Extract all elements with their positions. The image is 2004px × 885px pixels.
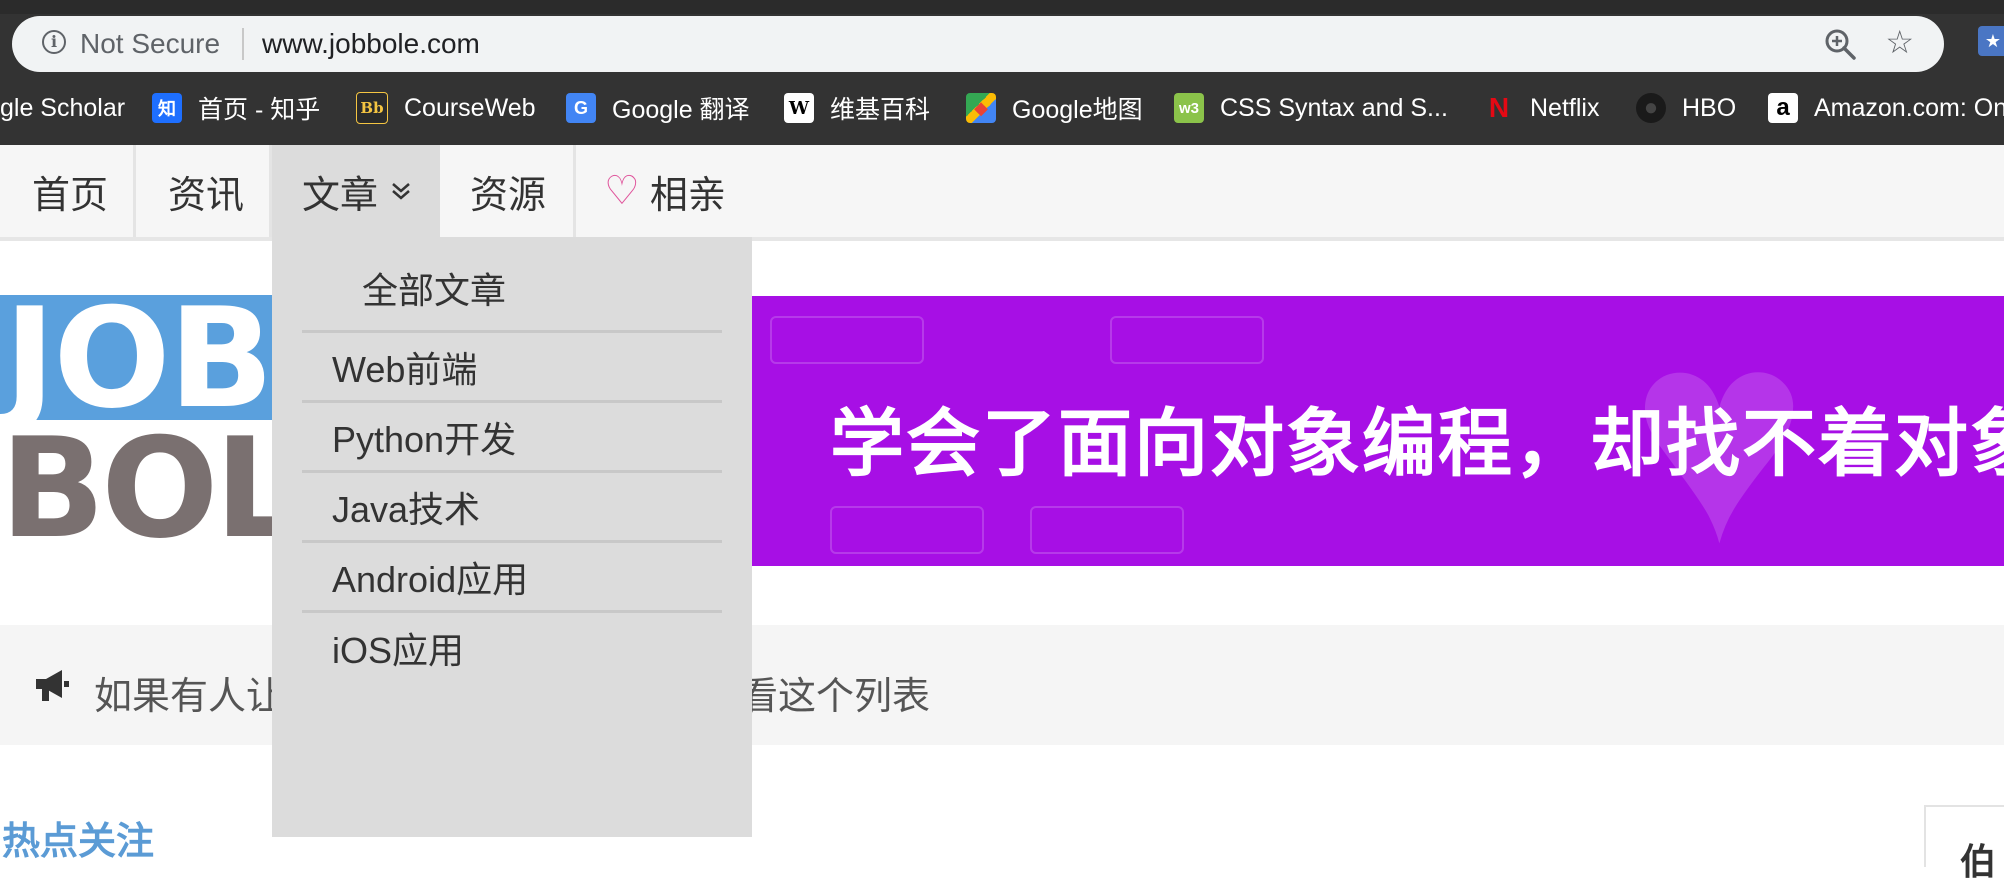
bookmark-label: 维基百科 [830, 96, 931, 124]
hbo-icon: ● [1636, 93, 1666, 123]
wikipedia-icon: W [784, 93, 814, 123]
bookmark-label: CourseWeb [404, 93, 536, 122]
zoom-icon[interactable] [1822, 26, 1858, 62]
dropdown-item-web-frontend[interactable]: Web前端 [302, 333, 722, 403]
address-separator [242, 28, 244, 60]
bookmark-label: gle Scholar [0, 93, 126, 122]
bookmark-courseweb[interactable]: Bb CourseWeb [356, 86, 536, 130]
bookmark-label: 首页 - 知乎 [198, 96, 321, 124]
tab-strip [0, 0, 2004, 14]
bookmark-label: CSS Syntax and S... [1220, 93, 1448, 122]
dropdown-label: Java技术 [332, 488, 481, 530]
dropdown-label: iOS应用 [332, 630, 465, 671]
heart-icon: ♡ [604, 169, 640, 213]
bookmark-google-scholar[interactable]: gle Scholar [0, 86, 125, 130]
netflix-icon: N [1488, 92, 1510, 123]
bookmark-star-icon[interactable]: ☆ [1885, 24, 1914, 60]
nav-label: 文章 [302, 174, 379, 217]
nav-label: 资讯 [168, 174, 245, 217]
bookmark-label: Google地图 [1012, 96, 1143, 124]
site-logo[interactable]: JOB BOLE [0, 295, 290, 555]
banner-text: 学会了面向对象编程，却找不着对象 [830, 402, 2004, 485]
bookmark-zhihu[interactable]: 知 首页 - 知乎 [152, 86, 320, 130]
hot-topics-heading: 热点关注 [2, 821, 155, 863]
dropdown-item-ios[interactable]: iOS应用 [302, 613, 722, 683]
dropdown-label: 全部文章 [362, 269, 507, 311]
double-chevron-down-icon [392, 183, 410, 200]
banner-decoration [1110, 316, 1264, 364]
url-text[interactable]: www.jobbole.com [262, 28, 480, 60]
zhihu-icon: 知 [152, 93, 182, 123]
extension-icon[interactable]: ★ [1978, 26, 2004, 56]
dropdown-label: Web前端 [332, 348, 478, 390]
nav-articles[interactable]: 文章 [272, 145, 440, 237]
sidebar-title: 伯 [1960, 841, 1997, 882]
megaphone-icon [36, 670, 69, 701]
bookmark-google-maps[interactable]: ◆ Google地图 [966, 86, 1143, 130]
google-translate-icon: G [566, 93, 596, 123]
main-nav: 首页 资讯 文章 资源 ♡ 相亲 [0, 145, 2004, 241]
bookmark-label: Netflix [1530, 93, 1600, 122]
banner-decoration [830, 506, 984, 554]
dropdown-item-all-articles[interactable]: 全部文章 [302, 245, 722, 333]
nav-home[interactable]: 首页 [0, 145, 136, 237]
banner-decoration [1030, 506, 1184, 554]
bookmark-label: Amazon.com: On [1814, 93, 2004, 122]
nav-dating[interactable]: ♡ 相亲 [576, 145, 756, 237]
page-content: 首页 资讯 文章 资源 ♡ 相亲 JOB BOLE ♥ 学会了面向对象编程，却找… [0, 145, 2004, 882]
nav-label: 首页 [32, 174, 109, 217]
nav-news[interactable]: 资讯 [136, 145, 272, 237]
bookmark-google-translate[interactable]: G Google 翻译 [566, 86, 750, 130]
browser-chrome: i Not Secure www.jobbole.com ☆ ★ gle Sch… [0, 0, 2004, 145]
dropdown-label: Android应用 [332, 558, 529, 600]
dropdown-item-python[interactable]: Python开发 [302, 403, 722, 473]
banner-decoration [770, 316, 924, 364]
bookmark-netflix[interactable]: N Netflix [1484, 86, 1600, 130]
bookmark-label: Google 翻译 [612, 96, 750, 124]
bookmark-w3schools[interactable]: w3 CSS Syntax and S... [1174, 86, 1448, 130]
address-bar[interactable]: i Not Secure www.jobbole.com ☆ [12, 16, 1944, 72]
nav-resources[interactable]: 资源 [440, 145, 576, 237]
google-maps-icon: ◆ [966, 93, 996, 123]
bookmark-hbo[interactable]: ● HBO [1636, 86, 1736, 130]
bookmark-amazon[interactable]: a Amazon.com: On [1768, 86, 2004, 130]
info-icon[interactable]: i [42, 30, 66, 54]
logo-line-2: BOLE [0, 408, 290, 556]
dropdown-label: Python开发 [332, 418, 517, 460]
w3schools-icon: w3 [1174, 93, 1204, 123]
articles-dropdown-menu: 全部文章 Web前端 Python开发 Java技术 Android应用 iOS… [272, 237, 752, 837]
logo-line-1: JOB [0, 295, 284, 428]
bookmark-label: HBO [1682, 93, 1737, 122]
bookmark-wikipedia[interactable]: W 维基百科 [784, 86, 930, 130]
amazon-icon: a [1768, 93, 1798, 123]
bookmarks-bar: gle Scholar 知 首页 - 知乎 Bb CourseWeb G Goo… [0, 86, 2004, 130]
security-label[interactable]: Not Secure [80, 28, 220, 60]
dropdown-item-java[interactable]: Java技术 [302, 473, 722, 543]
nav-label: 资源 [470, 174, 547, 217]
nav-label: 相亲 [649, 174, 726, 217]
blackboard-icon: Bb [356, 92, 388, 124]
dropdown-item-android[interactable]: Android应用 [302, 543, 722, 613]
